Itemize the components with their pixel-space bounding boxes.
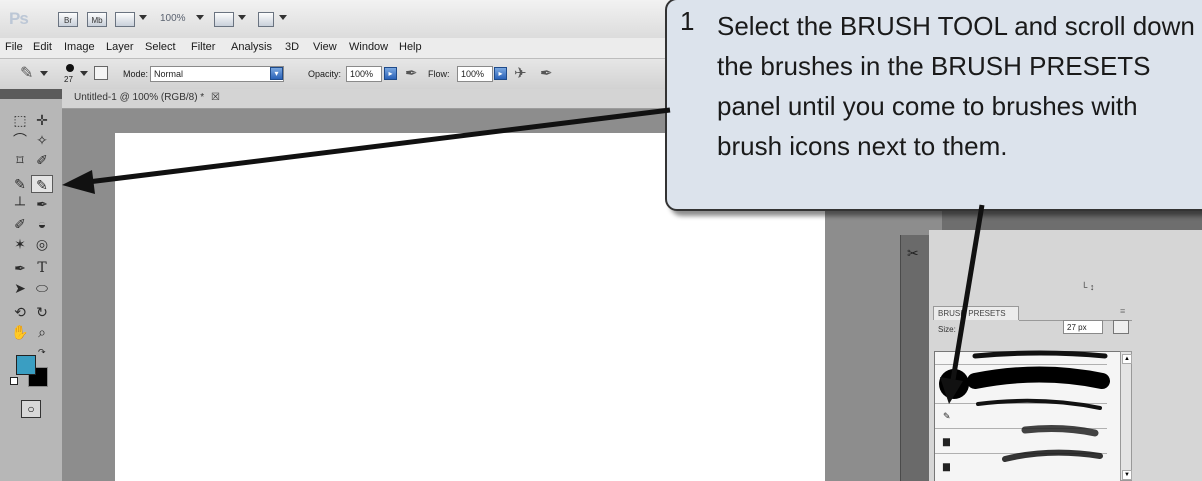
photoshop-window: Ps Br Mb 100% File Edit Image Layer Sele… bbox=[0, 0, 1202, 481]
arrow-to-brush-presets bbox=[950, 204, 985, 381]
arrow-to-brush-tool-head bbox=[62, 170, 95, 194]
foreground-color-swatch[interactable] bbox=[16, 355, 36, 375]
arrow-to-brush-tool bbox=[87, 107, 671, 185]
pointer-arrows bbox=[62, 107, 985, 404]
arrow-to-brush-presets-head bbox=[940, 377, 963, 404]
